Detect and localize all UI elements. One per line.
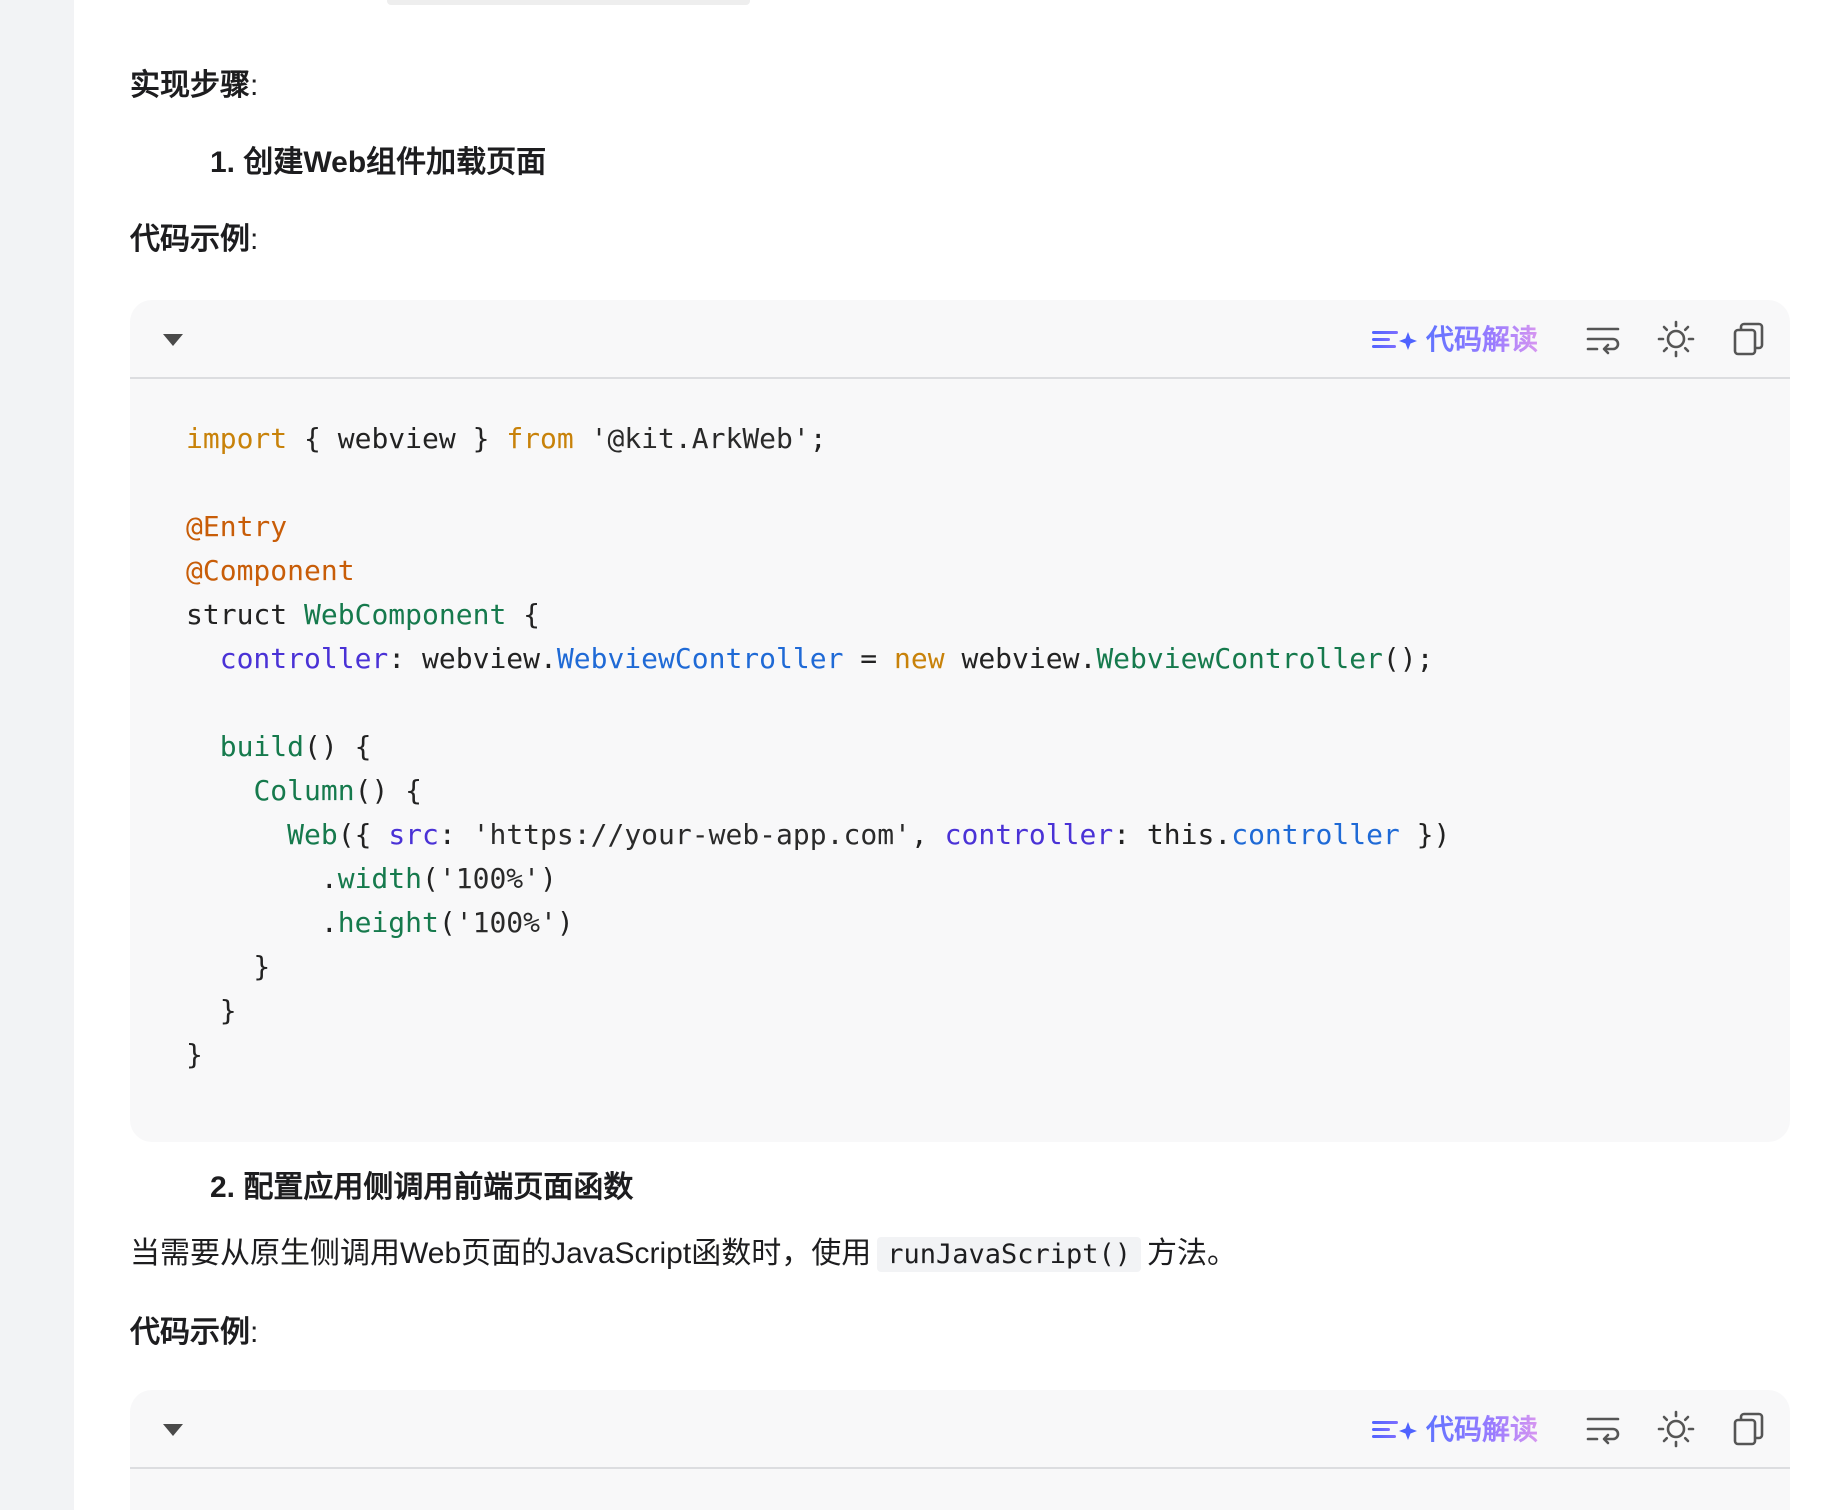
sun-theme-icon[interactable] (1656, 319, 1696, 359)
code-line: @Component (186, 554, 355, 587)
collapse-caret-icon[interactable] (160, 328, 186, 350)
code-block-2: 代码解读 (130, 1390, 1790, 1510)
code-line: .width('100%') (186, 862, 557, 895)
paragraph-text: 当需要从原生侧调用Web页面的JavaScript函数时，使用 (130, 1237, 872, 1270)
code-example-label-1: 代码示例: (130, 220, 258, 260)
step-heading-1: 1. 创建Web组件加载页面 (210, 143, 546, 183)
description-paragraph: 当需要从原生侧调用Web页面的JavaScript函数时，使用 runJavaSc… (130, 1232, 1237, 1277)
sparkle-lines-icon (1372, 331, 1417, 350)
code-line: } (186, 994, 237, 1027)
copy-icon[interactable] (1728, 319, 1768, 359)
code-content: import { webview } from '@kit.ArkWeb'; @… (130, 379, 1790, 1142)
code-line: @Entry (186, 510, 288, 543)
code-toolbar: 代码解读 (130, 300, 1790, 379)
code-example-label-colon: : (250, 223, 259, 256)
wrap-text-icon[interactable] (1583, 319, 1623, 359)
previous-block-edge (387, 0, 750, 5)
code-interpret-label: 代码解读 (1426, 1412, 1538, 1448)
code-interpret-label: 代码解读 (1426, 322, 1538, 358)
code-line: } (186, 950, 271, 983)
code-interpret-button[interactable]: 代码解读 (1370, 322, 1540, 358)
left-rail (0, 0, 74, 1510)
code-line: build() { (219, 730, 372, 763)
paragraph-text-end: 方法。 (1147, 1237, 1238, 1270)
code-line: } (186, 1038, 203, 1071)
code-block-1: 代码解读 import { webview } from '@kit.ArkWe… (130, 300, 1790, 1142)
code-interpret-button[interactable]: 代码解读 (1370, 1412, 1540, 1448)
steps-label: 实现步骤: (130, 66, 258, 106)
wrap-text-icon[interactable] (1583, 1409, 1623, 1449)
sparkle-lines-icon (1372, 1421, 1417, 1440)
code-example-label-text: 代码示例 (130, 223, 250, 256)
code-line: Web({ src: 'https://your-web-app.com', c… (287, 818, 1451, 851)
code-line: struct WebComponent { (186, 598, 541, 631)
steps-label-text: 实现步骤 (130, 69, 250, 102)
sun-theme-icon[interactable] (1656, 1409, 1696, 1449)
step-title: 配置应用侧调用前端页面函数 (243, 1171, 634, 1204)
collapse-caret-icon[interactable] (160, 1418, 186, 1440)
code-example-label-text: 代码示例 (130, 1316, 250, 1349)
code-line: Column() { (253, 774, 423, 807)
code-toolbar: 代码解读 (130, 1390, 1790, 1469)
code-line: controller: webview.WebviewController = … (219, 642, 1434, 675)
code-line: .height('100%') (186, 906, 574, 939)
step-number: 1. (210, 146, 236, 179)
code-example-label-colon: : (250, 1316, 259, 1349)
code-example-label-2: 代码示例: (130, 1313, 258, 1353)
inline-code: runJavaScript() (877, 1237, 1142, 1272)
copy-icon[interactable] (1728, 1409, 1768, 1449)
code-line: import { webview } from '@kit.ArkWeb'; (186, 422, 827, 455)
step-title: 创建Web组件加载页面 (243, 146, 547, 179)
step-heading-2: 2. 配置应用侧调用前端页面函数 (210, 1168, 633, 1208)
step-number: 2. (210, 1171, 236, 1204)
steps-label-colon: : (250, 69, 259, 102)
